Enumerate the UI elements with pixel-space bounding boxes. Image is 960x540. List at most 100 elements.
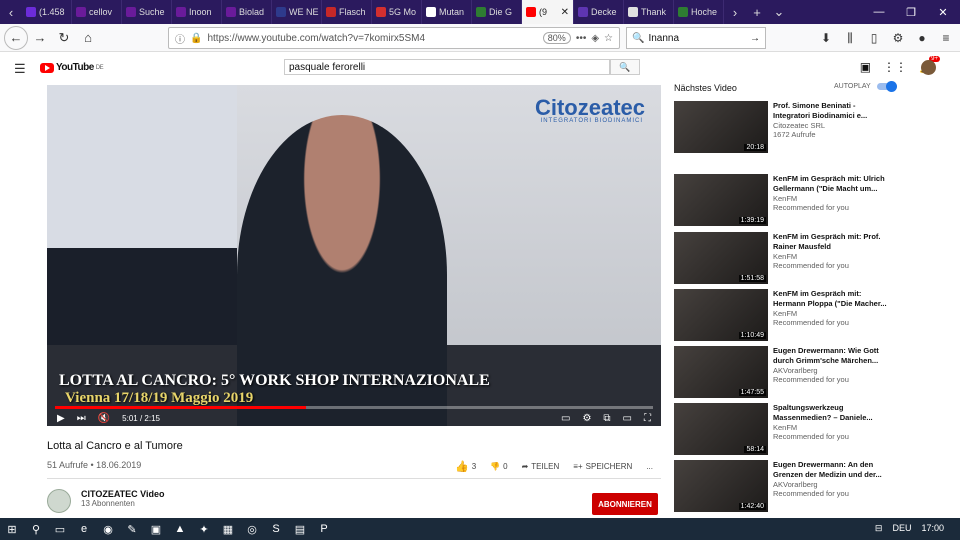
youtube-logo[interactable]: YouTube DE	[40, 62, 104, 73]
browser-tab[interactable]: cellov	[72, 0, 122, 24]
browser-tab[interactable]: Suche	[122, 0, 172, 24]
recommended-video[interactable]: 20:18 Prof. Simone Beninati - Integratori…	[674, 101, 894, 153]
more-actions-button[interactable]: ...	[646, 462, 653, 471]
browser-tab[interactable]: (9 ✕	[522, 0, 574, 24]
recommended-thumbnail[interactable]: 1:42:40	[674, 460, 768, 512]
theater-mode-icon[interactable]: ▭	[623, 413, 632, 424]
edge-icon[interactable]: e	[72, 518, 96, 540]
recommended-thumbnail[interactable]: 58:14	[674, 403, 768, 455]
recommended-title[interactable]: KenFM im Gespräch mit: Ulrich Gellermann…	[773, 174, 893, 194]
recommended-title[interactable]: Eugen Drewermann: Wie Gott durch Grimm's…	[773, 346, 893, 366]
recommended-title[interactable]: Spaltungswerkzeug Massenmedien? – Daniel…	[773, 403, 893, 423]
photos-icon[interactable]: ▣	[144, 518, 168, 540]
minimize-icon[interactable]: —	[864, 0, 894, 24]
home-icon[interactable]: ⌂	[76, 26, 100, 50]
subtitles-icon[interactable]: ▭	[561, 413, 570, 424]
download-icon[interactable]: ⬇	[816, 27, 836, 49]
menu-icon[interactable]: ≡	[936, 27, 956, 49]
upload-video-icon[interactable]: ▣	[860, 60, 871, 74]
bookmark-star-icon[interactable]: ☆	[604, 33, 613, 44]
browser-tab[interactable]: WE NE GE	[272, 0, 322, 24]
recommended-video[interactable]: 1:42:40 Eugen Drewermann: An den Grenzen …	[674, 460, 894, 512]
clock-time[interactable]: 17:00	[921, 523, 944, 534]
youtube-search-button[interactable]: 🔍	[610, 59, 640, 75]
browser-tab[interactable]: (1.458	[22, 0, 72, 24]
recommended-video[interactable]: 1:51:58 KenFM im Gespräch mit: Prof. Rain…	[674, 232, 894, 284]
zoom-indicator[interactable]: 80%	[542, 32, 571, 44]
windows-start-icon[interactable]: ⊞	[0, 518, 24, 540]
recommended-title[interactable]: Eugen Drewermann: An den Grenzen der Med…	[773, 460, 893, 480]
url-bar[interactable]: ⓘ 🔒 https://www.youtube.com/watch?v=7kom…	[168, 27, 620, 49]
recommended-title[interactable]: Prof. Simone Beninati - Integratori Biod…	[773, 101, 893, 121]
new-tab-icon[interactable]: +	[746, 5, 768, 20]
recommended-video[interactable]: 1:47:55 Eugen Drewermann: Wie Gott durch …	[674, 346, 894, 398]
sidebar-icon[interactable]: ▯	[864, 27, 884, 49]
close-window-icon[interactable]: ✕	[928, 0, 958, 24]
mute-icon[interactable]: 🔇	[98, 413, 110, 424]
browser-tab[interactable]: Mutan	[422, 0, 472, 24]
like-button[interactable]: 👍 3	[455, 460, 476, 473]
video-progress-bar[interactable]	[55, 406, 653, 409]
recommended-video[interactable]: 1:39:19 KenFM im Gespräch mit: Ulrich Gel…	[674, 174, 894, 226]
browser-tab[interactable]: Biolad	[222, 0, 272, 24]
search-icon[interactable]: ⚲	[24, 518, 48, 540]
video-player[interactable]: Citozeatec INTEGRATORI BIODINAMICI LOTTA…	[47, 85, 661, 426]
info-icon[interactable]: ⓘ	[175, 31, 185, 46]
pocket-icon[interactable]: ◈	[591, 33, 599, 44]
guide-menu-icon[interactable]: ☰	[14, 61, 26, 77]
tab-scroll-right-icon[interactable]: ›	[724, 5, 746, 20]
autoplay-toggle[interactable]: AUTOPLAY	[834, 81, 897, 92]
play-icon[interactable]: ▶	[57, 413, 65, 424]
user-avatar[interactable]	[921, 60, 936, 75]
browser-tab[interactable]: 5G Mo	[372, 0, 422, 24]
recommended-thumbnail[interactable]: 1:10:49	[674, 289, 768, 341]
save-button[interactable]: ≡+ SPEICHERN	[573, 462, 632, 471]
back-icon[interactable]: ←	[4, 25, 28, 50]
miniplayer-icon[interactable]: ⧉	[603, 413, 610, 424]
tab-list-icon[interactable]: ⌄	[768, 4, 790, 20]
recommended-thumbnail[interactable]: 20:18	[674, 101, 768, 153]
library-icon[interactable]: ⫼	[840, 27, 860, 49]
recommended-thumbnail[interactable]: 1:39:19	[674, 174, 768, 226]
browser-tab[interactable]: Hoche	[674, 0, 724, 24]
task-view-icon[interactable]: ▭	[48, 518, 72, 540]
autoplay-switch[interactable]	[876, 81, 897, 92]
tab-scroll-left-icon[interactable]: ‹	[0, 5, 22, 20]
browser-tab[interactable]: Die G	[472, 0, 522, 24]
browser-search-bar[interactable]: 🔍 Inanna →	[626, 27, 766, 49]
addon-icon[interactable]: ●	[912, 27, 932, 49]
firefox-icon[interactable]: ◉	[96, 518, 120, 540]
close-tab-icon[interactable]: ✕	[561, 7, 569, 18]
dislike-button[interactable]: 👎 0	[490, 462, 507, 471]
apps-grid-icon[interactable]: ⋮⋮	[883, 60, 907, 74]
recommended-thumbnail[interactable]: 1:51:58	[674, 232, 768, 284]
powerpoint-icon[interactable]: P	[312, 518, 336, 540]
keyboard-language[interactable]: DEU	[892, 523, 911, 534]
search-go-icon[interactable]: →	[750, 33, 760, 44]
recommended-title[interactable]: KenFM im Gespräch mit: Prof. Rainer Maus…	[773, 232, 893, 252]
recommended-title[interactable]: KenFM im Gespräch mit: Hermann Ploppa ("…	[773, 289, 893, 309]
extension-icon[interactable]: ⚙	[888, 27, 908, 49]
youtube-search-input[interactable]: pasquale ferorelli	[284, 59, 610, 75]
recommended-thumbnail[interactable]: 1:47:55	[674, 346, 768, 398]
folder-icon[interactable]: ▤	[288, 518, 312, 540]
reload-icon[interactable]: ↻	[52, 26, 76, 50]
browser-tab[interactable]: Thank	[624, 0, 674, 24]
subscribe-button[interactable]: ABONNIEREN	[592, 493, 658, 515]
recommended-video[interactable]: 58:14 Spaltungswerkzeug Massenmedien? – D…	[674, 403, 894, 455]
fullscreen-icon[interactable]: ⛶	[644, 413, 651, 424]
media-icon[interactable]: ◎	[240, 518, 264, 540]
browser-tab[interactable]: Decke	[574, 0, 624, 24]
channel-name[interactable]: CITOZEATEC Video	[81, 489, 165, 499]
pdf-icon[interactable]: ✦	[192, 518, 216, 540]
next-icon[interactable]: ⏭	[77, 413, 86, 424]
calculator-icon[interactable]: ▦	[216, 518, 240, 540]
browser-tab[interactable]: Inoon	[172, 0, 222, 24]
settings-icon[interactable]: ⚙	[582, 413, 591, 424]
network-icon[interactable]: ⊟	[875, 523, 883, 534]
skype-icon[interactable]: S	[264, 518, 288, 540]
recommended-video[interactable]: 1:10:49 KenFM im Gespräch mit: Hermann Pl…	[674, 289, 894, 341]
vlc-icon[interactable]: ▲	[168, 518, 192, 540]
page-actions-icon[interactable]: •••	[576, 33, 587, 44]
share-button[interactable]: ➦ TEILEN	[522, 462, 560, 471]
